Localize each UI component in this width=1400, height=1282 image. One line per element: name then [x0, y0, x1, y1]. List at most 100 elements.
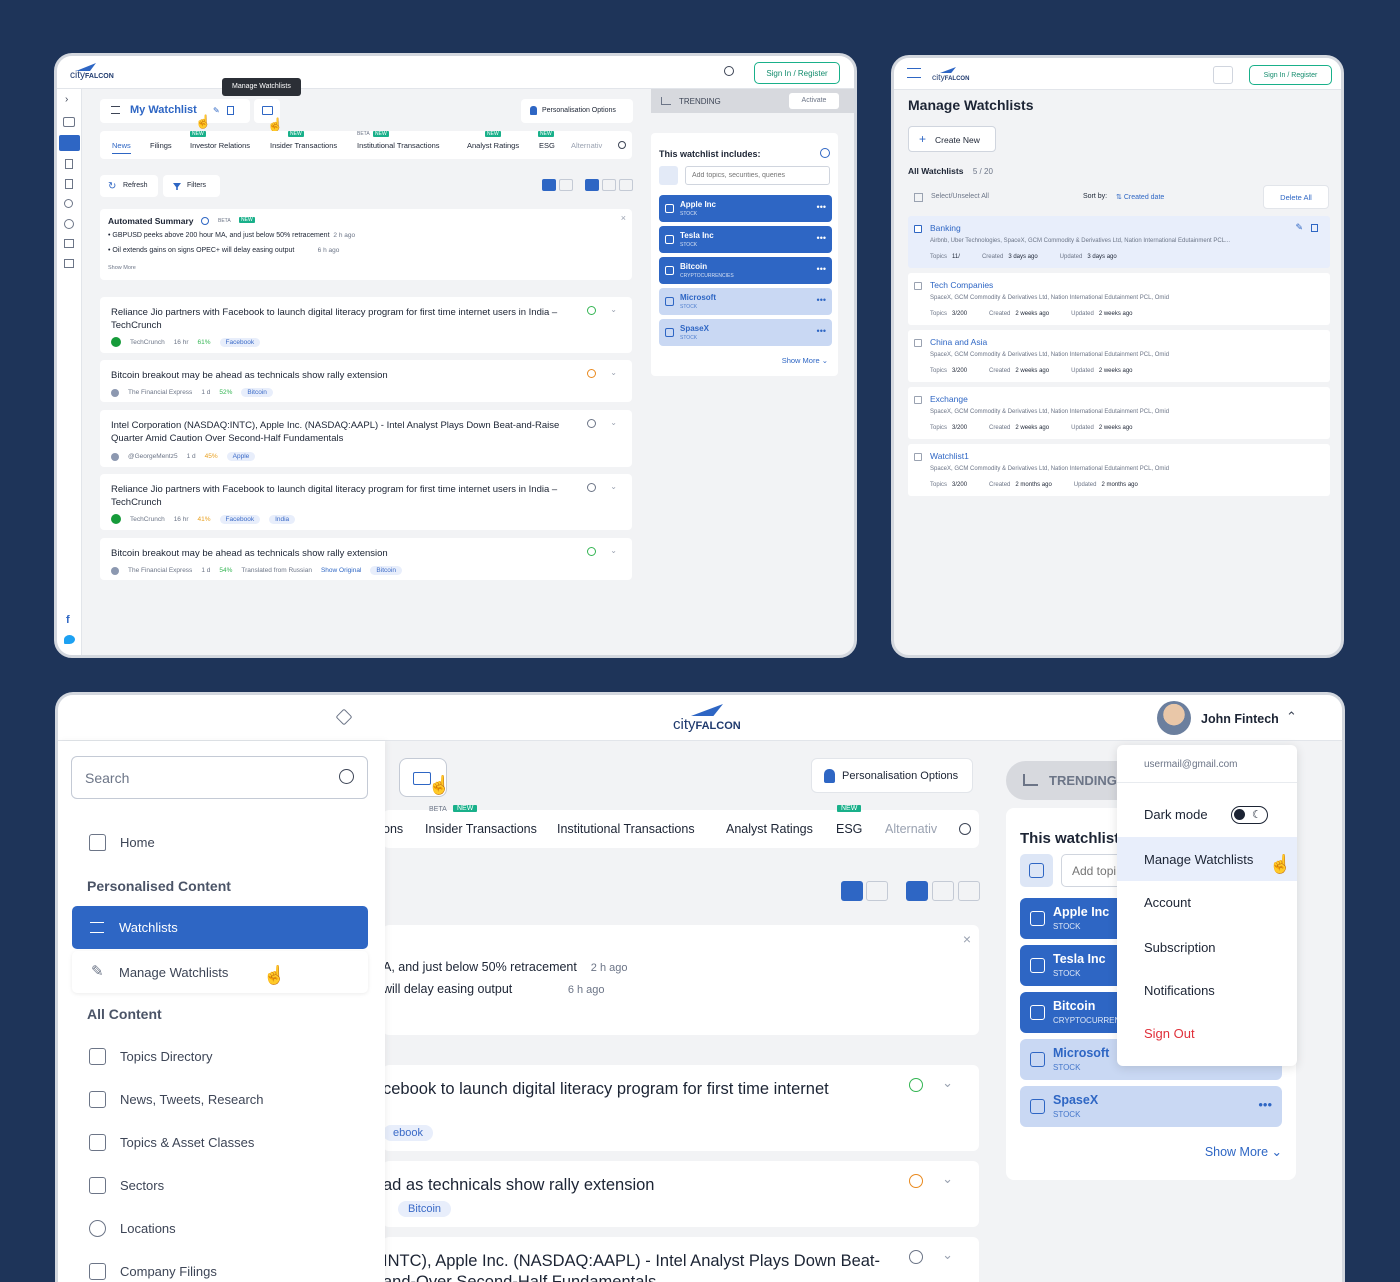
- news-item[interactable]: cebook to launch digital literacy progra…: [383, 1065, 979, 1151]
- watchlist-selector[interactable]: My Watchlist ✎: [100, 99, 250, 123]
- twitter-icon[interactable]: [64, 635, 75, 644]
- search-icon[interactable]: [724, 66, 734, 76]
- watchlist-row[interactable]: China and Asia SpaceX, GCM Commodity & De…: [908, 330, 1330, 382]
- chevron-down-icon[interactable]: ⌄: [610, 368, 617, 377]
- sidebar-item-topics-directory[interactable]: Topics Directory: [89, 1048, 212, 1065]
- sign-in-button[interactable]: Sign In / Register: [1249, 65, 1332, 85]
- menu-sign-out[interactable]: Sign Out: [1144, 1026, 1195, 1041]
- briefcase-icon[interactable]: [64, 239, 74, 248]
- document-icon[interactable]: [65, 179, 73, 189]
- add-topics-input[interactable]: [685, 166, 830, 185]
- personalisation-button[interactable]: Personalisation Options: [521, 99, 633, 123]
- tab-insider-transactions[interactable]: Insider Transactions: [270, 141, 337, 150]
- help-icon[interactable]: [820, 148, 830, 158]
- show-more-link[interactable]: Show More: [108, 265, 136, 271]
- chevron-down-icon[interactable]: ⌄: [942, 1247, 953, 1263]
- rail-icon[interactable]: [63, 117, 75, 127]
- tab-alternative[interactable]: Alternativ: [571, 141, 602, 150]
- select-all-checkbox[interactable]: [914, 193, 923, 202]
- hamburger-icon[interactable]: [907, 68, 921, 78]
- avatar[interactable]: [1157, 701, 1191, 735]
- facebook-icon[interactable]: f: [66, 614, 70, 626]
- view-toggle-active[interactable]: [841, 881, 863, 901]
- news-item[interactable]: Bitcoin breakout may be ahead as technic…: [100, 538, 632, 580]
- show-more-link[interactable]: Show More ⌄: [1205, 1144, 1282, 1159]
- tab-insider-transactions[interactable]: Insider Transactions: [425, 822, 537, 836]
- news-item[interactable]: Reliance Jio partners with Facebook to l…: [100, 297, 632, 353]
- chevron-down-icon[interactable]: ⌄: [610, 482, 617, 491]
- news-item[interactable]: ad as technicals show rally extension ⌄ …: [383, 1161, 979, 1227]
- watchlist-rail-icon[interactable]: [59, 135, 80, 151]
- bookmark-icon[interactable]: [65, 159, 73, 169]
- menu-account[interactable]: Account: [1144, 895, 1191, 910]
- create-new-button[interactable]: + Create New: [908, 126, 996, 152]
- filters-button[interactable]: Filters: [163, 175, 220, 197]
- tab-analyst-ratings[interactable]: Analyst Ratings: [726, 822, 813, 836]
- layout-grid[interactable]: [619, 179, 633, 191]
- delete-all-button[interactable]: Delete All: [1263, 185, 1329, 209]
- help-icon[interactable]: [201, 217, 209, 225]
- edit-icon[interactable]: ✎: [1295, 222, 1303, 233]
- layout-grid[interactable]: [958, 881, 980, 901]
- refresh-button[interactable]: ↻ Refresh: [100, 175, 158, 197]
- chevron-down-icon[interactable]: ⌄: [942, 1075, 953, 1091]
- menu-subscription[interactable]: Subscription: [1144, 940, 1216, 955]
- tab-institutional-transactions[interactable]: Institutional Transactions: [557, 822, 695, 836]
- manage-watchlists-button[interactable]: ☝: [399, 758, 450, 797]
- pin-icon[interactable]: [335, 708, 353, 726]
- view-toggle-active[interactable]: [542, 179, 556, 191]
- tab-news[interactable]: News: [112, 141, 131, 154]
- sidebar-item-manage-watchlists[interactable]: ✎ Manage Watchlists ☝: [72, 951, 368, 993]
- gear-icon[interactable]: [959, 823, 971, 835]
- watchlist-item[interactable]: SpaseX STOCK •••: [1020, 1086, 1282, 1127]
- watchlist-row[interactable]: Watchlist1 SpaceX, GCM Commodity & Deriva…: [908, 444, 1330, 496]
- close-icon[interactable]: ×: [963, 931, 971, 947]
- watchlist-item[interactable]: Apple Inc STOCK •••: [659, 195, 832, 222]
- chevron-down-icon[interactable]: ⌄: [610, 305, 617, 314]
- sidebar-item-home[interactable]: Home: [89, 834, 155, 851]
- sidebar-item-watchlists[interactable]: Watchlists: [72, 906, 368, 949]
- news-item[interactable]: Bitcoin breakout may be ahead as technic…: [100, 360, 632, 402]
- chevron-down-icon[interactable]: ⌄: [942, 1171, 953, 1187]
- tab-analyst-ratings[interactable]: Analyst Ratings: [467, 141, 519, 150]
- watchlist-item[interactable]: Tesla Inc STOCK •••: [659, 226, 832, 253]
- gear-icon[interactable]: [64, 219, 74, 229]
- layers-icon[interactable]: [64, 259, 74, 268]
- news-item[interactable]: Intel Corporation (NASDAQ:INTC), Apple I…: [100, 410, 632, 467]
- tab-institutional-transactions[interactable]: Institutional Transactions: [357, 141, 440, 150]
- edit-icon[interactable]: ✎: [213, 106, 220, 115]
- news-item[interactable]: INTC), Apple Inc. (NASDAQ:AAPL) - Intel …: [383, 1237, 979, 1282]
- tab-esg[interactable]: ESG: [836, 822, 862, 836]
- news-item[interactable]: Reliance Jio partners with Facebook to l…: [100, 474, 632, 530]
- tab-investor-relations[interactable]: Investor Relations: [190, 141, 250, 150]
- layout-list[interactable]: [932, 881, 954, 901]
- watchlist-row[interactable]: Tech Companies SpaceX, GCM Commodity & De…: [908, 273, 1330, 325]
- chevron-down-icon[interactable]: ⌄: [610, 418, 617, 427]
- sidebar-item-locations[interactable]: Locations: [89, 1220, 176, 1237]
- view-toggle[interactable]: [559, 179, 573, 191]
- sign-in-button[interactable]: Sign In / Register: [754, 62, 840, 84]
- activate-button[interactable]: Activate: [789, 93, 839, 109]
- select-all-checkbox[interactable]: [659, 166, 678, 185]
- logo[interactable]: cityFALCON: [70, 63, 114, 81]
- menu-manage-watchlists[interactable]: Manage Watchlists ☝: [1117, 837, 1297, 881]
- logo[interactable]: cityFALCON: [932, 67, 969, 82]
- chevron-right-icon[interactable]: ›: [65, 94, 68, 105]
- close-icon[interactable]: ×: [621, 213, 626, 223]
- tab-alternative[interactable]: Alternativ: [885, 822, 937, 836]
- watchlist-row[interactable]: Banking ✎ Airbnb, Uber Technologies, Spa…: [908, 216, 1330, 268]
- sidebar-item-company-filings[interactable]: Company Filings: [89, 1263, 217, 1280]
- view-toggle[interactable]: [866, 881, 888, 901]
- chevron-down-icon[interactable]: ⌄: [610, 546, 617, 555]
- watchlist-item[interactable]: Bitcoin CRYPTOCURRENCIES •••: [659, 257, 832, 284]
- dark-mode-toggle[interactable]: ☾: [1231, 806, 1268, 824]
- sidebar-item-sectors[interactable]: Sectors: [89, 1177, 164, 1194]
- layout-card-active[interactable]: [906, 881, 928, 901]
- search-icon[interactable]: [1213, 66, 1233, 84]
- sidebar-item-topics-asset-classes[interactable]: Topics & Asset Classes: [89, 1134, 254, 1151]
- trash-icon[interactable]: [227, 106, 234, 115]
- menu-notifications[interactable]: Notifications: [1144, 983, 1215, 998]
- watchlist-item[interactable]: SpaseX STOCK •••: [659, 319, 832, 346]
- watchlist-item[interactable]: MicrosoftSTOCK•••: [659, 288, 832, 315]
- show-more-link[interactable]: Show More ⌄: [782, 356, 828, 365]
